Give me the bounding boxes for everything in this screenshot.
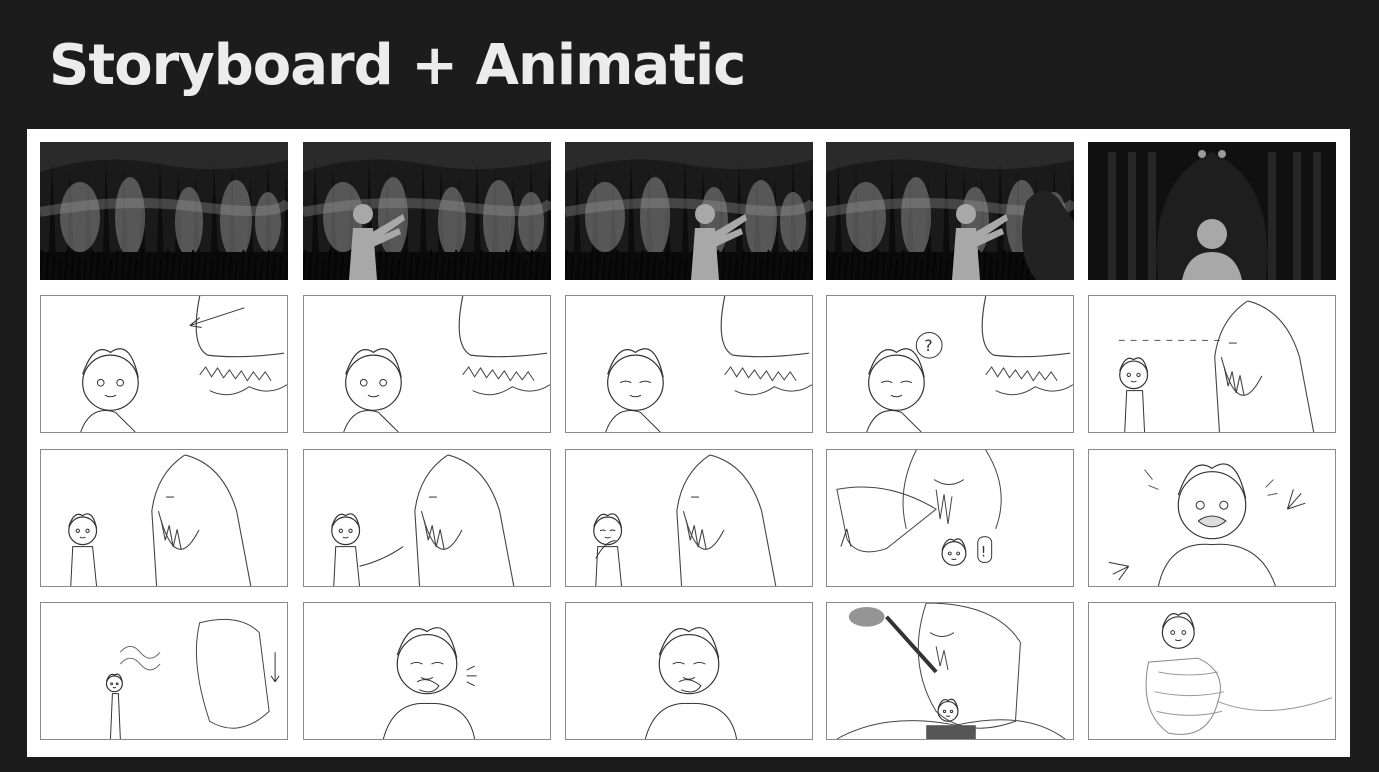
panel-illustration (826, 142, 1074, 280)
panel-illustration (331, 454, 515, 586)
panel-illustration (605, 296, 812, 432)
storyboard-panel-6 (40, 295, 288, 433)
panel-illustration (836, 603, 1066, 739)
storyboard-panel-14: ! (826, 449, 1074, 587)
panel-illustration (565, 142, 813, 280)
panel-illustration (644, 627, 738, 739)
panel-illustration: ? (866, 296, 1073, 432)
storyboard-panel-11 (40, 449, 288, 587)
storyboard-sheet: ? ! (27, 129, 1350, 757)
storyboard-panel-7 (303, 295, 551, 433)
panel-illustration (40, 142, 288, 280)
panel-illustration (1088, 142, 1336, 280)
storyboard-panel-1 (40, 142, 288, 280)
svg-text:!: ! (981, 544, 987, 560)
panel-illustration (1145, 612, 1333, 735)
svg-text:?: ? (924, 336, 932, 355)
panel-illustration: ! (836, 450, 1002, 566)
storyboard-panel-19 (826, 602, 1074, 740)
storyboard-panel-5 (1088, 142, 1336, 280)
panel-illustration (1108, 463, 1306, 586)
storyboard-panel-16 (40, 602, 288, 740)
panel-illustration (382, 627, 477, 739)
storyboard-panel-17 (303, 602, 551, 740)
panel-illustration (105, 618, 280, 739)
storyboard-panel-2 (303, 142, 551, 280)
storyboard-panel-15 (1088, 449, 1336, 587)
panel-illustration (303, 142, 551, 280)
storyboard-panel-9: ? (826, 295, 1074, 433)
storyboard-panel-13 (565, 449, 813, 587)
storyboard-panel-3 (565, 142, 813, 280)
panel-illustration (1118, 300, 1315, 432)
storyboard-panel-18 (565, 602, 813, 740)
panel-illustration (80, 296, 287, 432)
storyboard-panel-12 (303, 449, 551, 587)
panel-illustration (343, 296, 550, 432)
page-title: Storyboard + Animatic (49, 33, 746, 98)
storyboard-panel-4 (826, 142, 1074, 280)
storyboard-panel-8 (565, 295, 813, 433)
panel-illustration (593, 454, 777, 586)
storyboard-panel-20 (1088, 602, 1336, 740)
panel-illustration (68, 454, 252, 586)
storyboard-panel-10 (1088, 295, 1336, 433)
